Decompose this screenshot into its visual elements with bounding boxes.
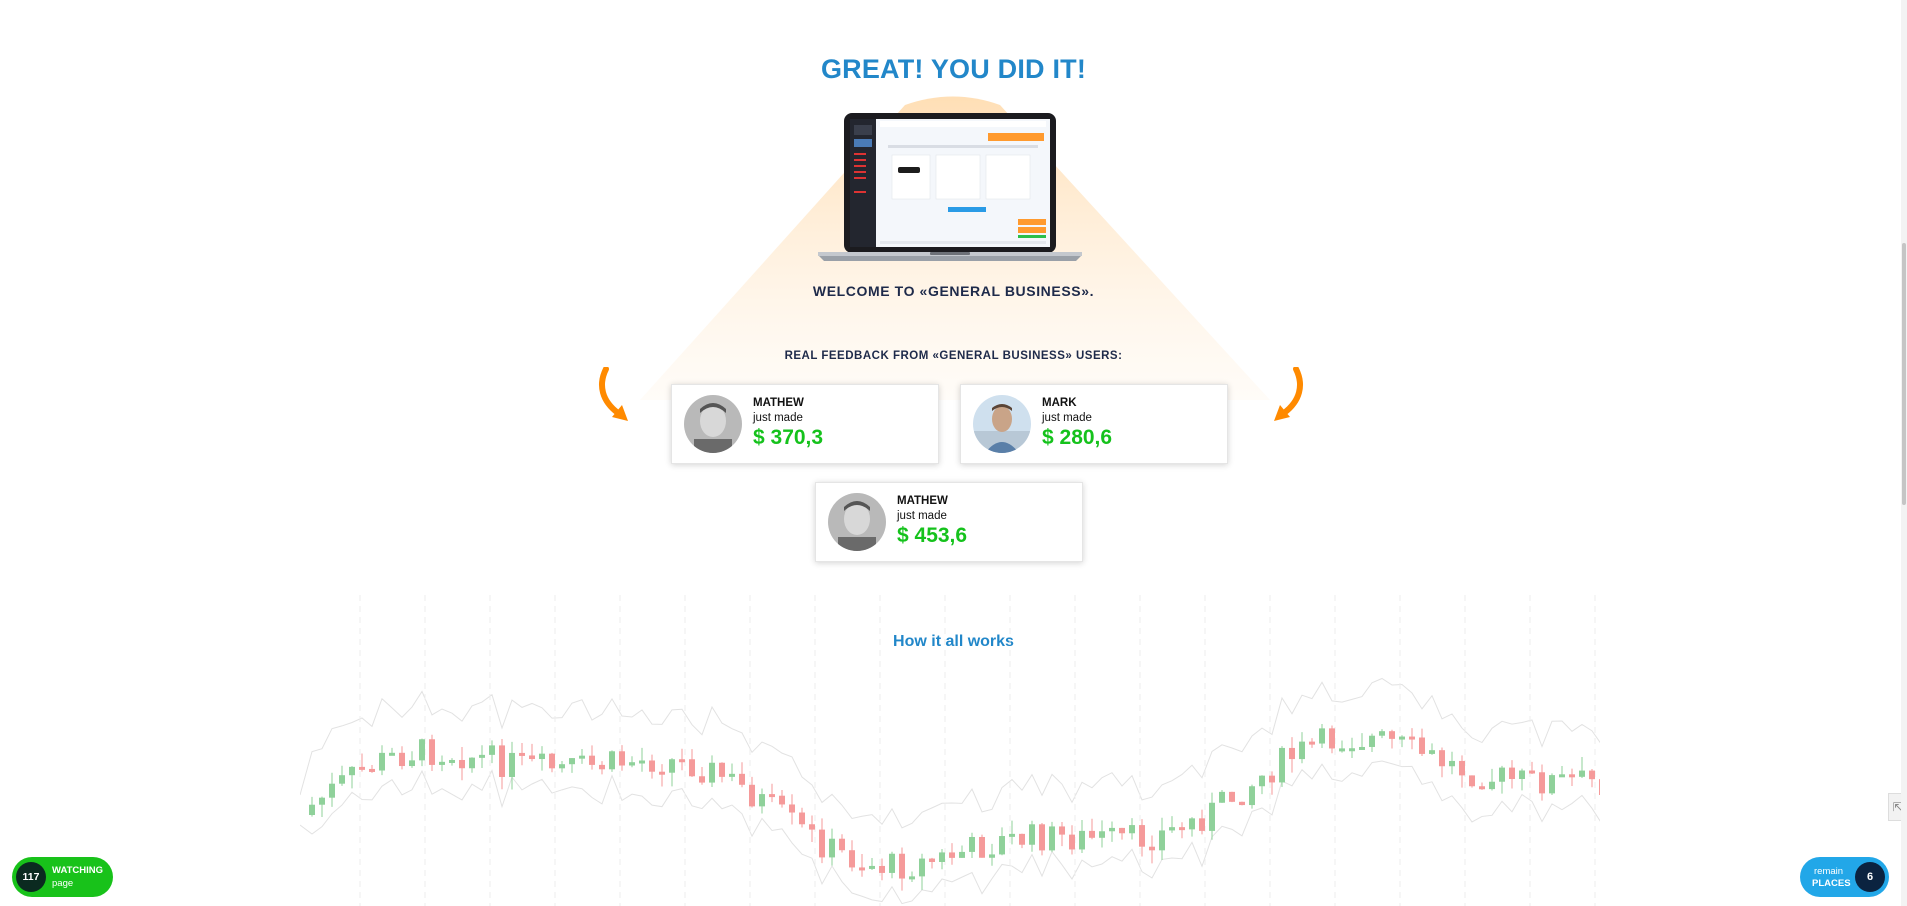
feedback-title: REAL FEEDBACK FROM «GENERAL BUSINESS» US…	[784, 350, 1123, 362]
just-made-label: just made	[753, 412, 803, 424]
earned-amount: $ 370,3	[753, 426, 824, 449]
watching-sublabel: page	[52, 878, 74, 889]
watching-counter-badge: 117 WATCHING page	[12, 857, 113, 897]
page-title: GREAT! YOU DID IT!	[820, 54, 1087, 84]
feedback-card: MARK just made $ 280,6	[960, 384, 1228, 464]
avatar	[684, 395, 742, 453]
user-name: MARK	[1042, 397, 1077, 409]
feedback-card: MATHEW just made $ 453,6	[815, 482, 1083, 562]
scrollbar[interactable]	[1901, 0, 1907, 906]
watching-label: WATCHING	[52, 865, 104, 876]
avatar	[973, 395, 1031, 453]
just-made-label: just made	[1042, 412, 1092, 424]
user-name: MATHEW	[753, 397, 804, 409]
places-label: PLACES	[1812, 878, 1851, 889]
user-name: MATHEW	[897, 495, 948, 507]
earned-amount: $ 280,6	[1042, 426, 1113, 449]
laptop-image	[818, 113, 1082, 261]
curved-arrow-down-right-icon	[599, 367, 628, 421]
places-count: 6	[1855, 862, 1885, 892]
candlestick-background	[300, 595, 1600, 906]
remaining-places-badge: remain PLACES 6	[1800, 857, 1889, 897]
curved-arrow-down-left-icon	[1274, 367, 1303, 421]
just-made-label: just made	[897, 510, 947, 522]
avatar	[828, 493, 886, 551]
welcome-text: WELCOME TO «GENERAL BUSINESS».	[812, 283, 1095, 299]
remain-label: remain	[1814, 866, 1844, 877]
watching-count: 117	[16, 862, 46, 892]
scrollbar-thumb[interactable]	[1902, 243, 1906, 505]
earned-amount: $ 453,6	[897, 524, 968, 547]
feedback-card: MATHEW just made $ 370,3	[671, 384, 939, 464]
